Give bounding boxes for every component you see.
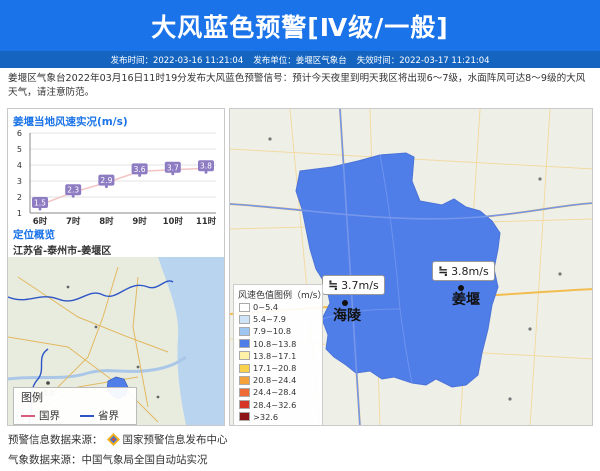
wind-speed-line <box>39 167 207 206</box>
wind-legend-row: 5.4~7.9 <box>239 314 286 324</box>
legend-provincial-border: 省界 <box>80 408 119 423</box>
wind-legend-row: >32.6 <box>239 412 278 422</box>
x-tick-label: 10时 <box>163 216 184 227</box>
x-tick-label: 7时 <box>66 216 81 227</box>
wind-legend-label: 7.9~10.8 <box>253 326 292 337</box>
wind-legend-label: 13.8~17.1 <box>253 350 297 361</box>
wind-legend-label: 10.8~13.8 <box>253 338 297 349</box>
jiangyan-speed-tag[interactable]: ≒ 3.8m/s <box>432 261 495 281</box>
wind-legend-swatch <box>239 351 250 361</box>
data-point <box>38 207 42 211</box>
y-tick-label: 3 <box>17 177 22 186</box>
y-tick-label: 6 <box>17 129 22 138</box>
y-tick-label: 2 <box>17 193 22 202</box>
wind-speed-legend: 风速色值图例（m/s） 0~5.4 5.4~7.9 7.9~10.8 10.8~13.… <box>233 284 327 425</box>
data-point <box>104 185 108 189</box>
jiangyan-speed: 3.8m/s <box>451 264 489 278</box>
data-point <box>71 194 75 198</box>
wind-legend-row: 24.4~28.4 <box>239 387 296 397</box>
warning-source-label: 预警信息数据来源： <box>8 434 103 446</box>
warning-center-logo-icon <box>106 433 120 446</box>
wind-legend-label: 0~5.4 <box>253 302 279 312</box>
wind-legend-swatch <box>239 302 250 312</box>
wind-legend-label: 20.8~24.4 <box>253 375 297 386</box>
wind-legend-row: 10.8~13.8 <box>239 339 296 349</box>
wind-legend-row: 17.1~20.8 <box>239 363 296 373</box>
issuer: 发布单位：姜堰区气象台 <box>253 55 347 66</box>
wind-legend-row: 20.8~24.4 <box>239 375 296 385</box>
wind-legend-row: 13.8~17.1 <box>239 351 296 361</box>
wind-icon: ≒ <box>438 264 449 278</box>
y-tick-label: 4 <box>17 161 22 170</box>
wind-legend-title: 风速色值图例（m/s） <box>238 291 327 301</box>
data-label: 2.3 <box>67 186 79 195</box>
y-tick-label: 5 <box>17 145 22 154</box>
wind-legend-swatch <box>239 400 250 410</box>
x-tick-label: 6时 <box>33 216 48 227</box>
warning-meta-bar: 发布时间：2022-03-16 11:21:04 发布单位：姜堰区气象台 失效时… <box>0 51 600 68</box>
x-tick-label: 11时 <box>196 216 217 227</box>
legend-title: 图例 <box>21 391 43 404</box>
expire-time: 失效时间：2022-03-17 11:21:04 <box>356 55 490 66</box>
issue-time: 发布时间：2022-03-16 11:21:04 <box>110 55 244 66</box>
wind-legend-swatch <box>239 339 250 349</box>
wind-legend-swatch <box>239 314 250 324</box>
haikou-speed: 3.7m/s <box>341 278 379 292</box>
wind-legend-label: 24.4~28.4 <box>253 387 297 398</box>
location-path: 江苏省-泰州市-姜堰区 <box>13 246 112 257</box>
wind-legend-swatch <box>239 375 250 385</box>
wind-chart-title: 姜堰当地风速实况(m/s) <box>13 116 128 128</box>
left-panel: 姜堰当地风速实况(m/s) 1 2 3 4 5 6 1.5 6时 2.3 7时 2.9 8时 3.6 9时… <box>7 108 225 426</box>
weather-source: 气象数据来源：中国气象局全国自动站实况 <box>8 454 208 466</box>
wind-legend-row: 28.4~32.6 <box>239 400 296 410</box>
location-title: 定位概览 <box>13 229 55 241</box>
warning-source: 预警信息数据来源： 国家预警信息发布中心 <box>8 432 228 447</box>
wind-legend-label: >32.6 <box>253 411 279 422</box>
wind-legend-row: 7.9~10.8 <box>239 326 291 336</box>
data-point <box>204 170 208 174</box>
wind-legend-row: 0~5.4 <box>239 302 278 312</box>
hailing-city-label: 海陵 <box>333 308 361 324</box>
wind-speed-chart: 1 2 3 4 5 6 1.5 6时 2.3 7时 2.9 8时 3.6 9时 3.7 10时 3.8 11时 <box>17 129 217 227</box>
wind-legend-swatch <box>239 387 250 397</box>
provincial-border-swatch <box>80 414 94 417</box>
wind-icon: ≒ <box>328 278 339 292</box>
wind-legend-swatch <box>239 326 250 336</box>
haikou-speed-tag[interactable]: ≒ 3.7m/s <box>322 275 385 295</box>
warning-header: 大风蓝色预警[Ⅳ级/一般] <box>0 0 600 51</box>
wind-legend-label: 5.4~7.9 <box>253 314 286 325</box>
wind-legend-swatch <box>239 412 250 422</box>
data-point <box>138 173 142 177</box>
national-border-swatch <box>21 414 35 417</box>
x-tick-label: 9时 <box>132 216 147 227</box>
jiangyan-city-label: 姜堰 <box>452 292 480 308</box>
x-tick-label: 8时 <box>99 216 114 227</box>
warning-source-name: 国家预警信息发布中心 <box>122 434 228 446</box>
data-label: 3.8 <box>200 162 212 171</box>
data-label: 2.9 <box>100 176 112 185</box>
data-label: 3.6 <box>134 165 146 174</box>
y-tick-label: 1 <box>17 209 22 218</box>
warning-title: 大风蓝色预警[Ⅳ级/一般] <box>151 12 449 42</box>
wind-legend-label: 17.1~20.8 <box>253 363 297 373</box>
warning-area-map[interactable]: ≒ 3.7m/s 海陵 ≒ 3.8m/s 姜堰 风速色值图例（m/s） 0~5.… <box>229 108 593 426</box>
legend-national-border: 国界 <box>21 408 60 423</box>
data-label: 3.7 <box>167 163 179 172</box>
map-legend: 图例 国界 省界 <box>13 387 137 425</box>
wind-legend-swatch <box>239 363 250 373</box>
data-label: 1.5 <box>34 199 46 208</box>
warning-summary: 姜堰区气象台2022年03月16日11时19分发布大风蓝色预警信号：预计今天夜里… <box>8 73 586 98</box>
data-point <box>171 172 175 176</box>
wind-legend-label: 28.4~32.6 <box>253 399 297 410</box>
